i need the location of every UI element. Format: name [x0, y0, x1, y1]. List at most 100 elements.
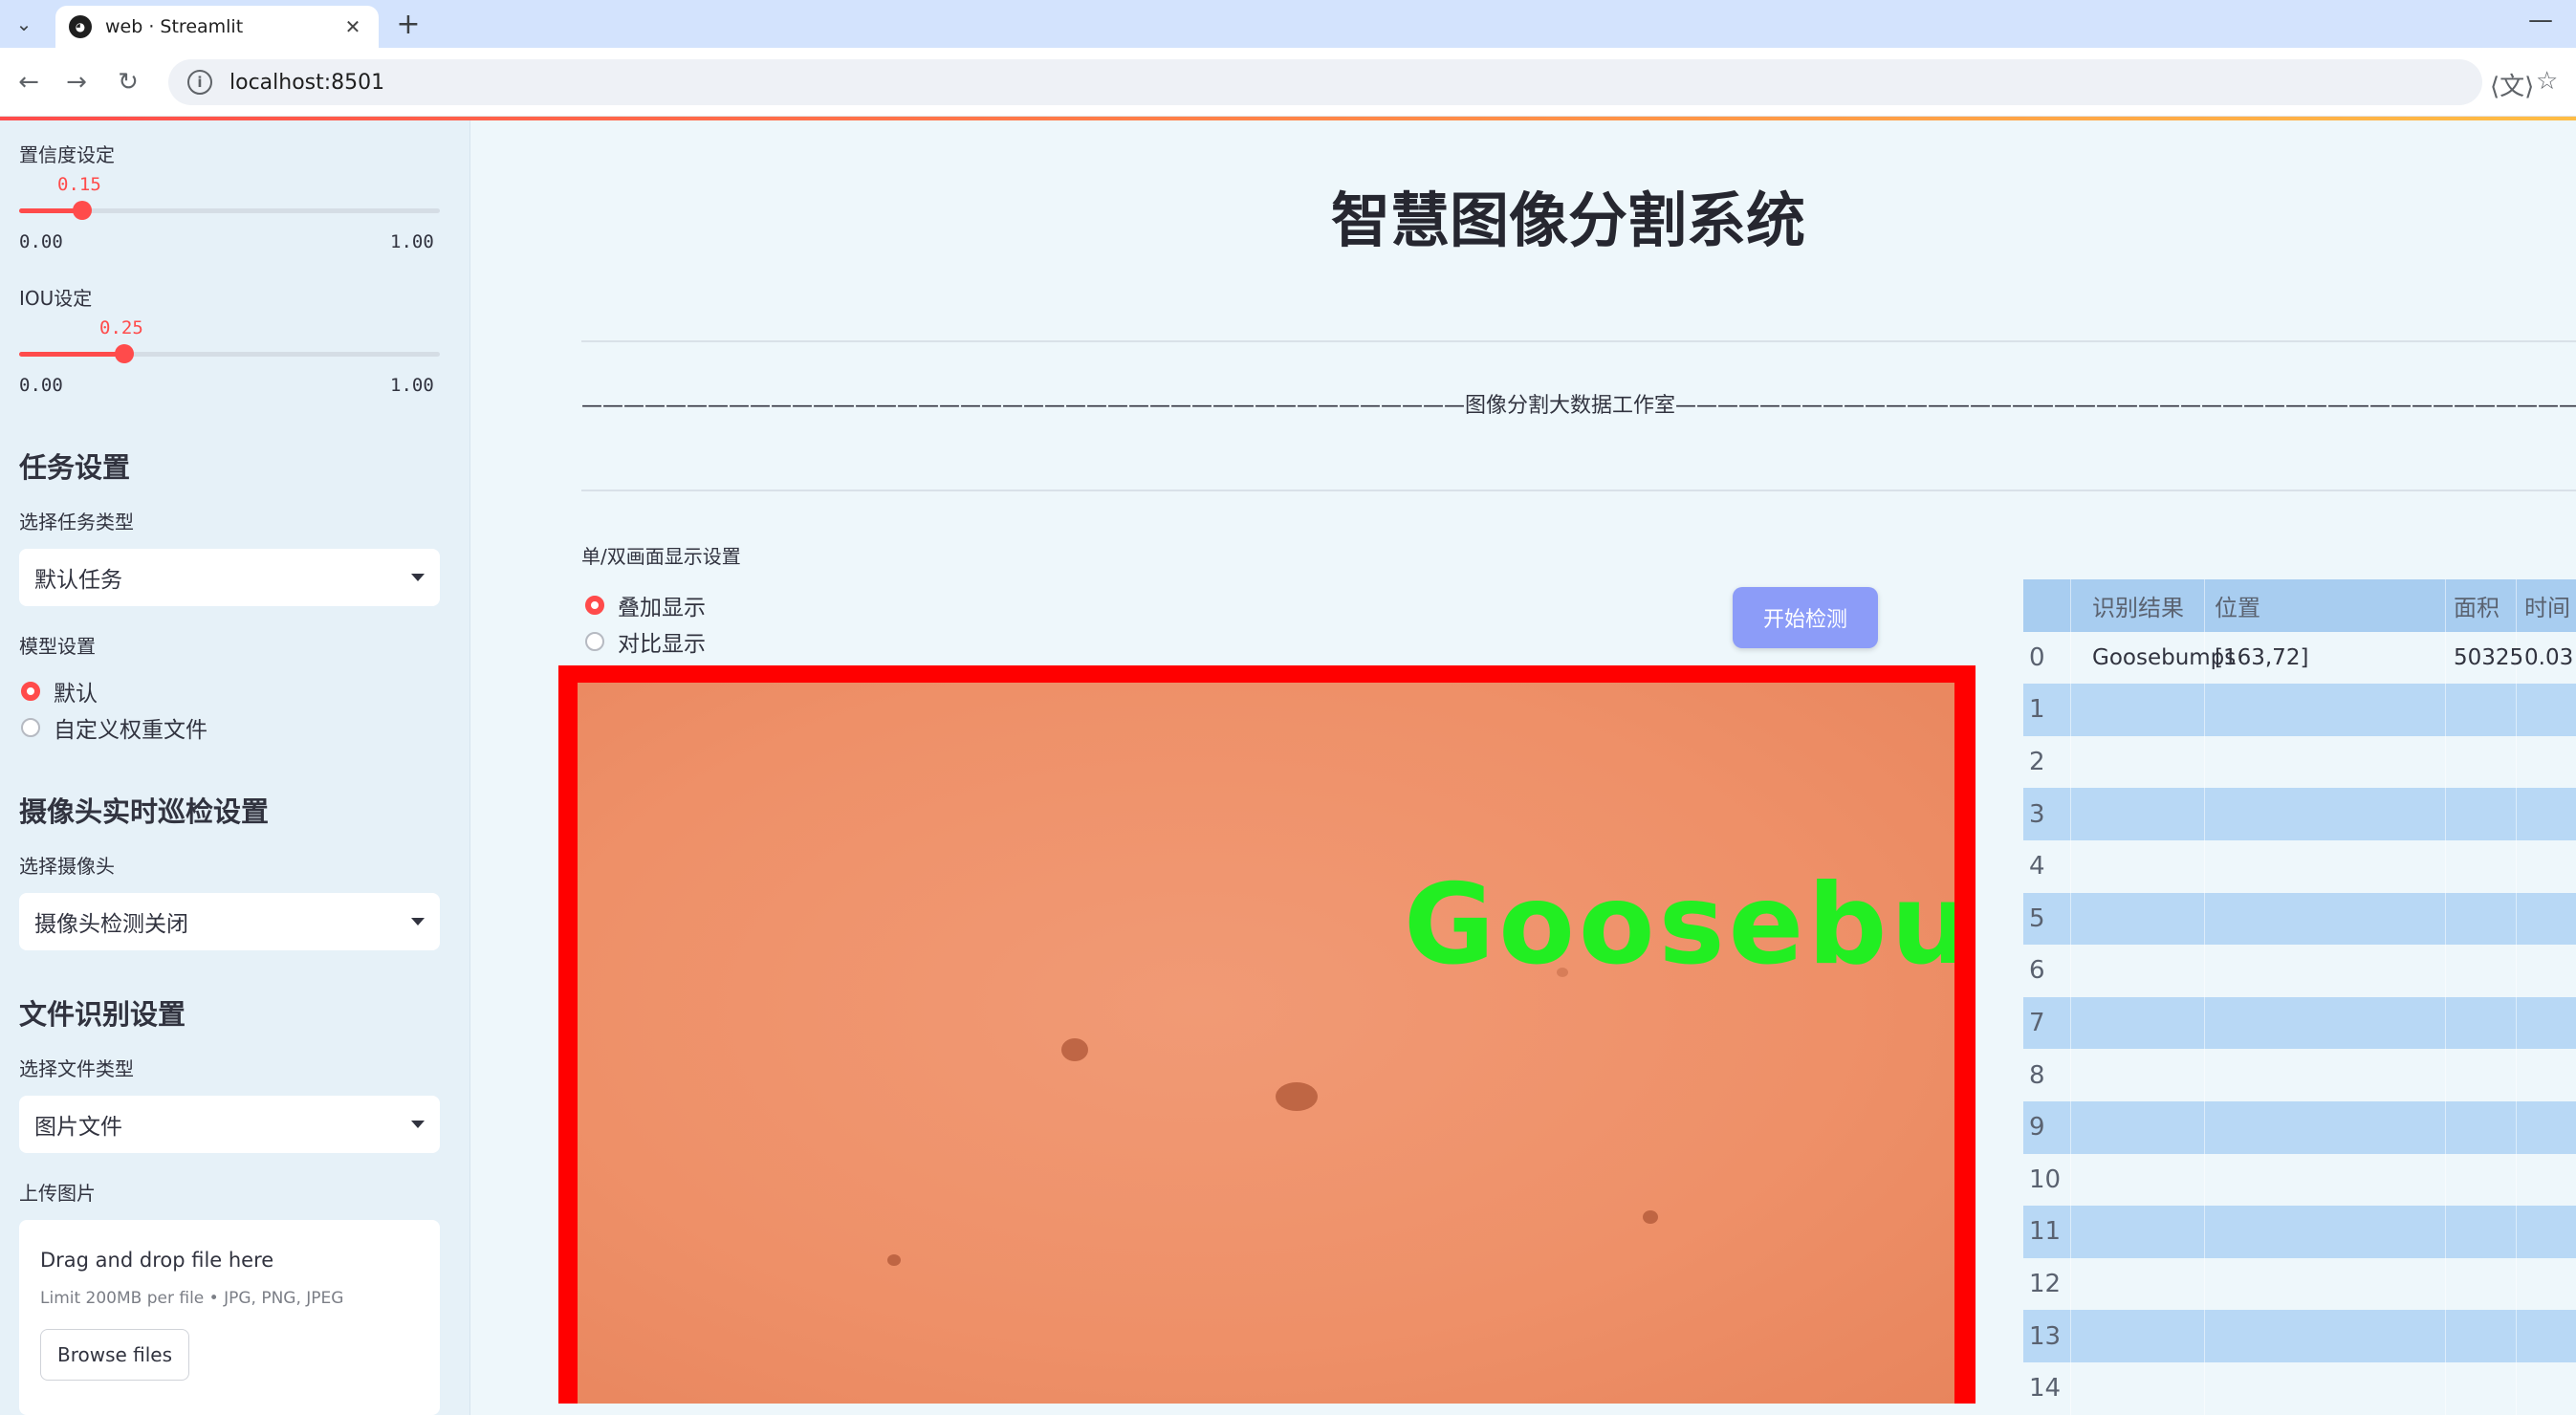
skin-spot: [1061, 1038, 1088, 1061]
table-row[interactable]: 11: [2023, 1206, 2576, 1258]
cell-position: [2205, 788, 2446, 840]
table-row[interactable]: 3: [2023, 788, 2576, 840]
table-row[interactable]: 8: [2023, 1049, 2576, 1101]
cell-area: [2446, 788, 2517, 840]
display-mode-label: 单/双画面显示设置: [581, 545, 741, 568]
cell-area: [2446, 996, 2517, 1050]
iou-slider-fill: [19, 352, 124, 357]
table-row[interactable]: 1: [2023, 684, 2576, 736]
chevron-down-icon: [411, 1121, 425, 1128]
cell-position: [2205, 1049, 2446, 1101]
camera-select[interactable]: 摄像头检测关闭: [19, 893, 440, 950]
header-time[interactable]: 时间: [2517, 579, 2576, 632]
radio-icon[interactable]: [585, 632, 604, 651]
table-row[interactable]: 0 Goosebumps [163,72] 50325 0.03: [2023, 631, 2576, 685]
cell-position: [163,72]: [2205, 631, 2446, 685]
chevron-down-icon: [411, 574, 425, 581]
row-index: 2: [2023, 735, 2071, 789]
browser-toolbar: ← → ↻ i localhost:8501 ⟨文⟩ ☆: [0, 48, 2576, 117]
page-title: 智慧图像分割系统: [1331, 185, 1806, 255]
cell-time: [2517, 840, 2576, 893]
browser-tab[interactable]: ◕ web · Streamlit ✕: [55, 6, 379, 48]
table-row[interactable]: 10: [2023, 1153, 2576, 1207]
model-option-custom[interactable]: 自定义权重文件: [21, 711, 207, 744]
file-type-select[interactable]: 图片文件: [19, 1096, 440, 1153]
file-type-label: 选择文件类型: [19, 1057, 134, 1080]
model-label: 模型设置: [19, 635, 96, 658]
table-row[interactable]: 6: [2023, 945, 2576, 997]
display-option-compare[interactable]: 对比显示: [585, 625, 706, 658]
confidence-max: 1.00: [390, 231, 434, 252]
table-row[interactable]: 4: [2023, 840, 2576, 893]
header-result[interactable]: 识别结果: [2071, 579, 2205, 632]
start-detection-button[interactable]: 开始检测: [1733, 587, 1878, 648]
results-table[interactable]: 识别结果 位置 面积 时间 0 Goosebumps [163,72] 50325 0.…: [2023, 579, 2576, 1415]
file-dropzone[interactable]: Drag and drop file here Limit 200MB per …: [19, 1220, 440, 1415]
cell-area: [2446, 840, 2517, 893]
cell-time: [2517, 997, 2576, 1050]
cell-time: [2517, 684, 2576, 736]
browser-tab-bar: ⌄ ◕ web · Streamlit ✕ + —: [0, 0, 2576, 48]
bookmark-star-icon[interactable]: ☆: [2536, 67, 2558, 96]
table-row[interactable]: 7: [2023, 996, 2576, 1050]
tab-close-icon[interactable]: ✕: [340, 15, 365, 38]
model-option-label: 自定义权重文件: [54, 718, 207, 743]
table-row[interactable]: 13: [2023, 1310, 2576, 1362]
tab-search-icon[interactable]: ⌄: [8, 8, 40, 40]
header-position[interactable]: 位置: [2205, 579, 2446, 632]
cell-area: 50325: [2446, 631, 2523, 685]
skin-spot: [887, 1254, 901, 1266]
radio-selected-icon[interactable]: [585, 596, 604, 615]
new-tab-icon[interactable]: +: [392, 8, 425, 41]
divider: [581, 340, 2576, 342]
confidence-slider-thumb[interactable]: [73, 201, 92, 220]
display-option-overlay[interactable]: 叠加显示: [585, 589, 706, 621]
header-area[interactable]: 面积: [2446, 579, 2517, 632]
confidence-min: 0.00: [19, 231, 63, 252]
row-index: 7: [2023, 996, 2071, 1050]
cell-area: [2446, 945, 2517, 997]
back-arrow-icon[interactable]: ←: [10, 63, 48, 101]
row-index: 4: [2023, 840, 2071, 893]
browse-files-button[interactable]: Browse files: [40, 1329, 189, 1381]
display-option-label: 叠加显示: [618, 596, 706, 620]
translate-icon[interactable]: ⟨文⟩: [2490, 67, 2534, 102]
cell-time: [2517, 736, 2576, 789]
cell-result: [2071, 684, 2205, 736]
address-bar[interactable]: i localhost:8501: [168, 59, 2482, 105]
table-row[interactable]: 9: [2023, 1101, 2576, 1154]
iou-min: 0.00: [19, 375, 63, 396]
row-index: 3: [2023, 788, 2071, 840]
window-minimize-icon[interactable]: —: [2528, 6, 2553, 34]
cell-position: [2205, 1362, 2446, 1415]
table-row[interactable]: 5: [2023, 892, 2576, 946]
row-index: 13: [2023, 1310, 2071, 1362]
model-option-default[interactable]: 默认: [21, 675, 98, 708]
radio-icon[interactable]: [21, 718, 40, 737]
dropzone-title: Drag and drop file here: [40, 1249, 274, 1272]
iou-slider[interactable]: [19, 344, 440, 363]
row-index: 11: [2023, 1206, 2071, 1258]
reload-icon[interactable]: ↻: [109, 63, 147, 101]
divider: [581, 490, 2576, 491]
sidebar: 置信度设定 0.15 0.00 1.00 IOU设定 0.25 0.00 1.0…: [0, 120, 470, 1415]
cell-position: [2205, 840, 2446, 893]
table-row[interactable]: 14: [2023, 1362, 2576, 1415]
table-row[interactable]: 2: [2023, 735, 2576, 789]
radio-selected-icon[interactable]: [21, 682, 40, 701]
confidence-slider[interactable]: [19, 201, 440, 220]
task-type-select[interactable]: 默认任务: [19, 549, 440, 606]
url-text: localhost:8501: [229, 70, 385, 95]
site-info-icon[interactable]: i: [187, 70, 212, 95]
task-type-value: 默认任务: [34, 568, 122, 593]
cell-area: [2446, 735, 2517, 789]
table-row[interactable]: 12: [2023, 1257, 2576, 1311]
display-option-label: 对比显示: [618, 632, 706, 657]
row-index: 6: [2023, 945, 2071, 997]
cell-result: [2071, 1206, 2205, 1258]
cell-result: [2071, 892, 2205, 946]
forward-arrow-icon[interactable]: →: [57, 63, 96, 101]
header-index: [2023, 579, 2071, 632]
iou-slider-thumb[interactable]: [115, 344, 134, 363]
cell-result: [2071, 996, 2205, 1050]
